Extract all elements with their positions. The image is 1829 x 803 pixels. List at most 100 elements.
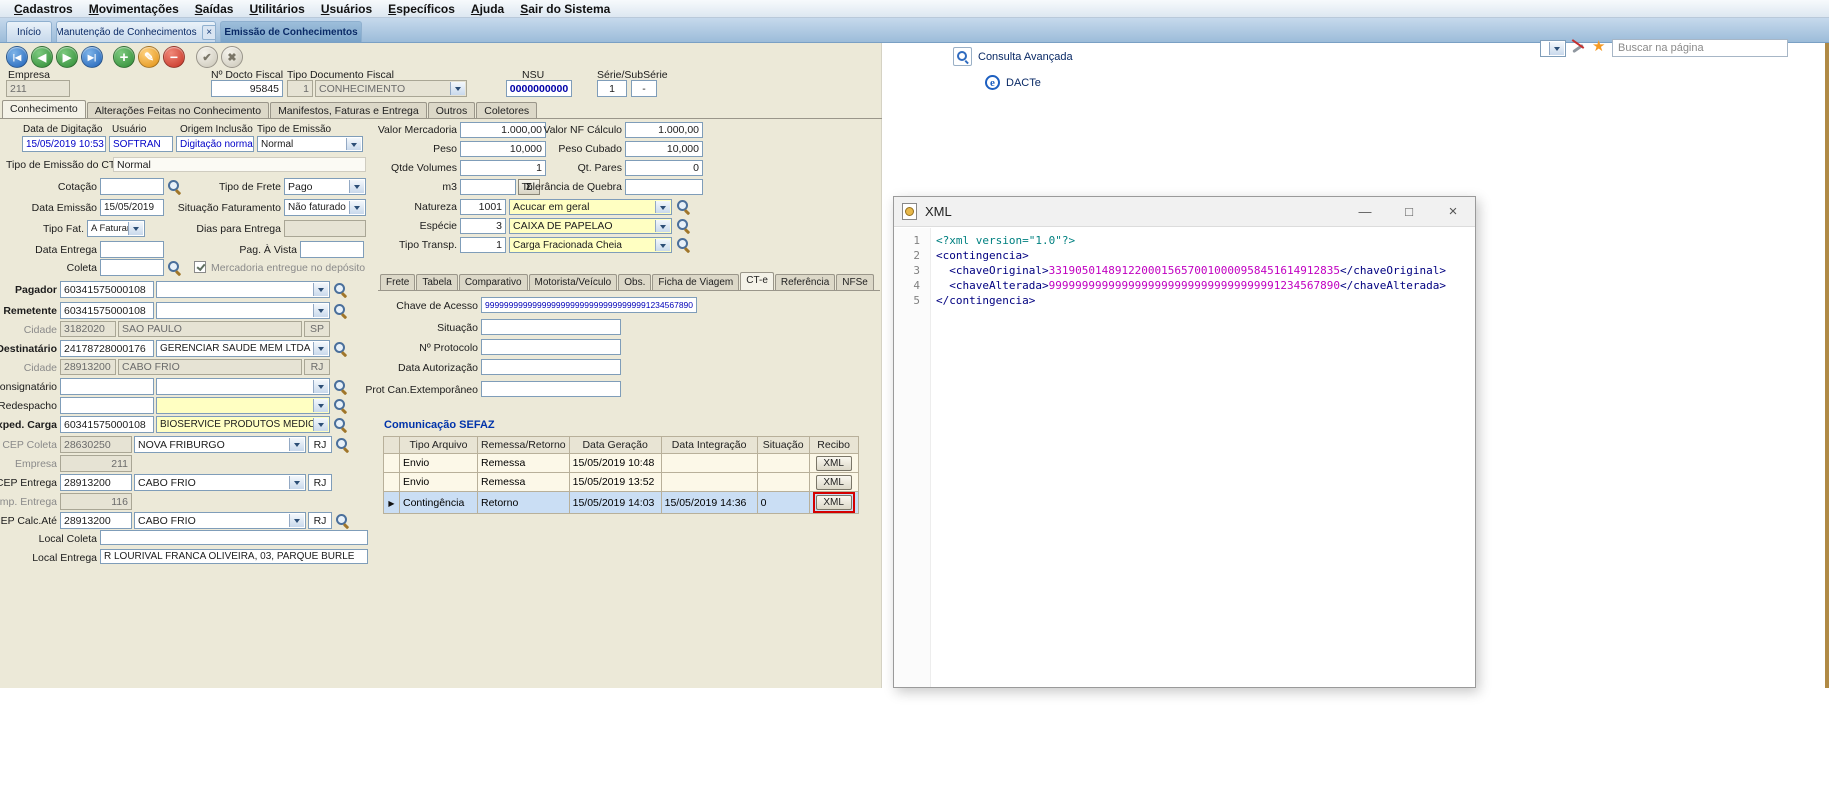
xml-button-row-2[interactable]: XML [816,475,852,490]
tipo-frete-select[interactable]: Pago [284,178,366,195]
data-emissao-field[interactable]: 15/05/2019 [100,199,164,216]
redespacho-code-field[interactable] [60,397,154,414]
especie-code-field[interactable]: 3 [460,218,506,234]
consulta-avancada-button[interactable]: Consulta Avançada [953,47,1073,66]
cep-calc-lookup-icon[interactable] [335,513,350,528]
redespacho-select[interactable] [156,397,330,414]
tab-ficha-de-viagem[interactable]: Ficha de Viagem [652,274,739,290]
col-recibo[interactable]: Recibo [809,437,858,454]
m3-field[interactable] [460,179,516,195]
local-coleta-field[interactable] [100,530,368,545]
peso-field[interactable]: 10,000 [460,141,546,157]
coleta-field[interactable] [100,259,164,276]
remetente-lookup-icon[interactable] [333,303,348,318]
tab-comparativo[interactable]: Comparativo [459,274,528,290]
xml-button-row-1[interactable]: XML [816,456,852,471]
tipo-fat-select[interactable]: A Faturar [87,220,145,237]
destinatario-select[interactable]: GERENCIAR SAUDE MEM LTDA [156,340,330,357]
natureza-lookup-icon[interactable] [676,199,691,214]
cep-coleta-select[interactable]: NOVA FRIBURGO [134,436,306,453]
menu-item-especificos[interactable]: Específicos [380,1,463,17]
tab-frete[interactable]: Frete [380,274,415,290]
exped-carga-select[interactable]: BIOSERVICE PRODUTOS MEDIC [156,416,330,433]
chave-acesso-field[interactable]: 9999999999999999999999999999999999123456… [481,297,697,313]
tab-referencia[interactable]: Referência [775,274,835,290]
last-record-button[interactable]: ▶| [81,46,103,68]
first-record-button[interactable]: |◀ [6,46,28,68]
tipo-emissao-select[interactable]: Normal [257,136,363,152]
close-tab-icon[interactable]: × [202,25,216,40]
cancel-button[interactable]: ✖ [221,46,243,68]
nsu-field[interactable]: 0000000000 [506,80,572,97]
data-entrega-field[interactable] [100,241,164,258]
col-tipo-arquivo[interactable]: Tipo Arquivo [400,437,478,454]
destinatario-code-field[interactable]: 24178728000176 [60,340,154,357]
tab-inicio[interactable]: Início [6,21,52,42]
favorite-star-icon[interactable]: ★ [1592,37,1605,55]
tab-emissao-de-conhecimentos[interactable]: Emissão de Conhecimentos [220,21,362,42]
confirm-button[interactable]: ✔ [196,46,218,68]
valor-nf-calculo-field[interactable]: 1.000,00 [625,122,703,138]
tipo-transp-lookup-icon[interactable] [676,237,691,252]
cep-calc-select[interactable]: CABO FRIO [134,512,306,529]
tab-cte[interactable]: CT-e [740,272,774,290]
tipo-transp-select[interactable]: Carga Fracionada Cheia [509,237,672,253]
prior-record-button[interactable]: ◀ [31,46,53,68]
subserie-field[interactable]: - [631,80,657,97]
menu-item-usuarios[interactable]: Usuários [313,1,380,17]
sefaz-row-3-selected[interactable]: ▶ Contingência Retorno 15/05/2019 14:03 … [384,492,859,514]
cep-entrega-code-field[interactable]: 28913200 [60,474,132,491]
mercadoria-entregue-checkbox[interactable] [194,261,206,273]
dacte-button[interactable]: e DACTe [985,75,1041,90]
edit-record-button[interactable]: ✎ [138,46,160,68]
qt-pares-field[interactable]: 0 [625,160,703,176]
menu-item-cadastros[interactable]: Cadastros [6,1,81,17]
col-data-integracao[interactable]: Data Integração [661,437,757,454]
minimize-button[interactable]: — [1347,197,1383,227]
serie-field[interactable]: 1 [597,80,627,97]
tab-manifestos-faturas-entrega[interactable]: Manifestos, Faturas e Entrega [270,102,427,119]
consignatario-code-field[interactable] [60,378,154,395]
tab-obs[interactable]: Obs. [618,274,651,290]
especie-lookup-icon[interactable] [676,218,691,233]
qtde-volumes-field[interactable]: 1 [460,160,546,176]
quick-access-select[interactable] [1540,40,1566,57]
col-remessa-retorno[interactable]: Remessa/Retorno [478,437,570,454]
consignatario-lookup-icon[interactable] [333,379,348,394]
tab-coletores[interactable]: Coletores [476,102,537,119]
next-record-button[interactable]: ▶ [56,46,78,68]
especie-select[interactable]: CAIXA DE PAPELAO [509,218,672,234]
coleta-lookup-icon[interactable] [167,260,182,275]
maximize-button[interactable]: □ [1391,197,1427,227]
destinatario-lookup-icon[interactable] [333,341,348,356]
valor-mercadoria-field[interactable]: 1.000,00 [460,122,546,138]
cep-entrega-select[interactable]: CABO FRIO [134,474,306,491]
menu-item-saidas[interactable]: Saídas [187,1,242,17]
menu-item-sair-do-sistema[interactable]: Sair do Sistema [512,1,618,17]
tolerancia-quebra-field[interactable] [625,179,703,195]
tab-conhecimento[interactable]: Conhecimento [2,100,86,119]
cotacao-lookup-icon[interactable] [167,179,182,194]
exped-carga-lookup-icon[interactable] [333,417,348,432]
tab-tabela[interactable]: Tabela [416,274,457,290]
pagador-code-field[interactable]: 60341575000108 [60,281,154,298]
consignatario-select[interactable] [156,378,330,395]
col-data-geracao[interactable]: Data Geração [569,437,661,454]
tab-manutencao-de-conhecimentos[interactable]: Manutenção de Conhecimentos × [56,21,216,42]
tipo-transp-code-field[interactable]: 1 [460,237,506,253]
local-entrega-field[interactable]: R LOURIVAL FRANCA OLIVEIRA, 03, PARQUE B… [100,549,368,564]
natureza-code-field[interactable]: 1001 [460,199,506,215]
sefaz-row-1[interactable]: Envio Remessa 15/05/2019 10:48 XML [384,454,859,473]
xml-dialog-titlebar[interactable]: XML — □ × [894,197,1475,227]
peso-cubado-field[interactable]: 10,000 [625,141,703,157]
tools-disabled-icon[interactable] [1570,40,1586,56]
redespacho-lookup-icon[interactable] [333,398,348,413]
col-situacao[interactable]: Situação [757,437,809,454]
insert-record-button[interactable]: + [113,46,135,68]
cep-calc-code-field[interactable]: 28913200 [60,512,132,529]
tab-nfse[interactable]: NFSe [836,274,874,290]
xml-button-row-3-highlighted[interactable]: XML [816,495,852,510]
docto-fiscal-field[interactable]: 95845 [211,80,283,97]
remetente-code-field[interactable]: 60341575000108 [60,302,154,319]
exped-carga-code-field[interactable]: 60341575000108 [60,416,154,433]
